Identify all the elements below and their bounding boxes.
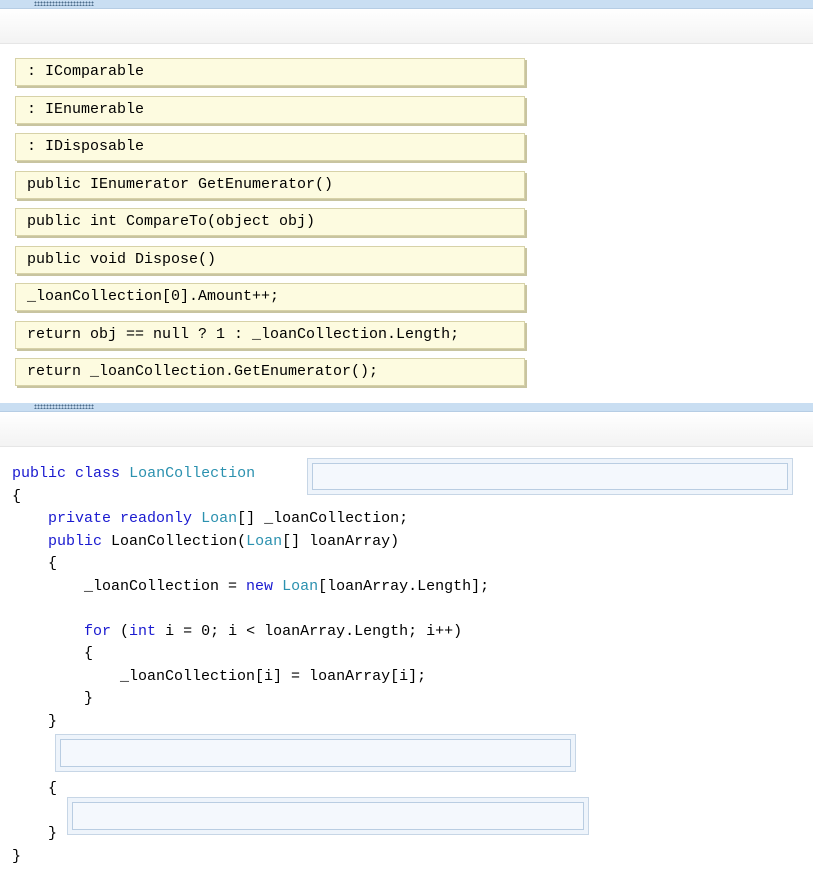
grip-handle-icon[interactable] (34, 404, 94, 409)
grip-handle-icon[interactable] (34, 1, 94, 6)
option-dispose-signature[interactable]: public void Dispose() (15, 245, 525, 274)
option-idisposable[interactable]: : IDisposable (15, 133, 525, 161)
code-line-brace: } (84, 690, 94, 707)
option-return-enumerator[interactable]: return _loanCollection.GetEnumerator(); (15, 358, 525, 386)
drop-target-method-signature[interactable] (55, 734, 576, 772)
code-line-array-init: _loanCollection = new Loan[loanArray.Len… (84, 577, 490, 595)
code-pane-header (0, 412, 813, 447)
answer-area-divider-middle[interactable] (0, 403, 813, 412)
code-line-assignment: _loanCollection[i] = loanArray[i]; (120, 667, 427, 685)
code-line-for-loop: for (int i = 0; i < loanArray.Length; i+… (84, 622, 463, 640)
drop-target-class-interface[interactable] (307, 458, 793, 495)
drop-target-method-body[interactable] (67, 797, 589, 835)
option-ienumerable[interactable]: : IEnumerable (15, 95, 525, 124)
answer-options-list: : IComparable : IEnumerable : IDisposabl… (15, 58, 525, 396)
code-line-brace: } (48, 712, 58, 730)
option-icomparable[interactable]: : IComparable (15, 58, 525, 86)
option-return-compare[interactable]: return obj == null ? 1 : _loanCollection… (15, 320, 525, 349)
code-line-constructor: public LoanCollection(Loan[] loanArray) (48, 532, 400, 550)
option-amount-increment[interactable]: _loanCollection[0].Amount++; (15, 283, 525, 311)
code-line-brace: { (84, 645, 94, 662)
option-getenumerator-signature[interactable]: public IEnumerator GetEnumerator() (15, 170, 525, 199)
answer-pane-header (0, 9, 813, 44)
code-line-brace: { (48, 555, 58, 572)
option-compareto-signature[interactable]: public int CompareTo(object obj) (15, 208, 525, 236)
code-line-brace: } (12, 847, 22, 865)
answer-area-divider-top[interactable] (0, 0, 813, 9)
code-line-field: private readonly Loan[] _loanCollection; (48, 510, 409, 527)
